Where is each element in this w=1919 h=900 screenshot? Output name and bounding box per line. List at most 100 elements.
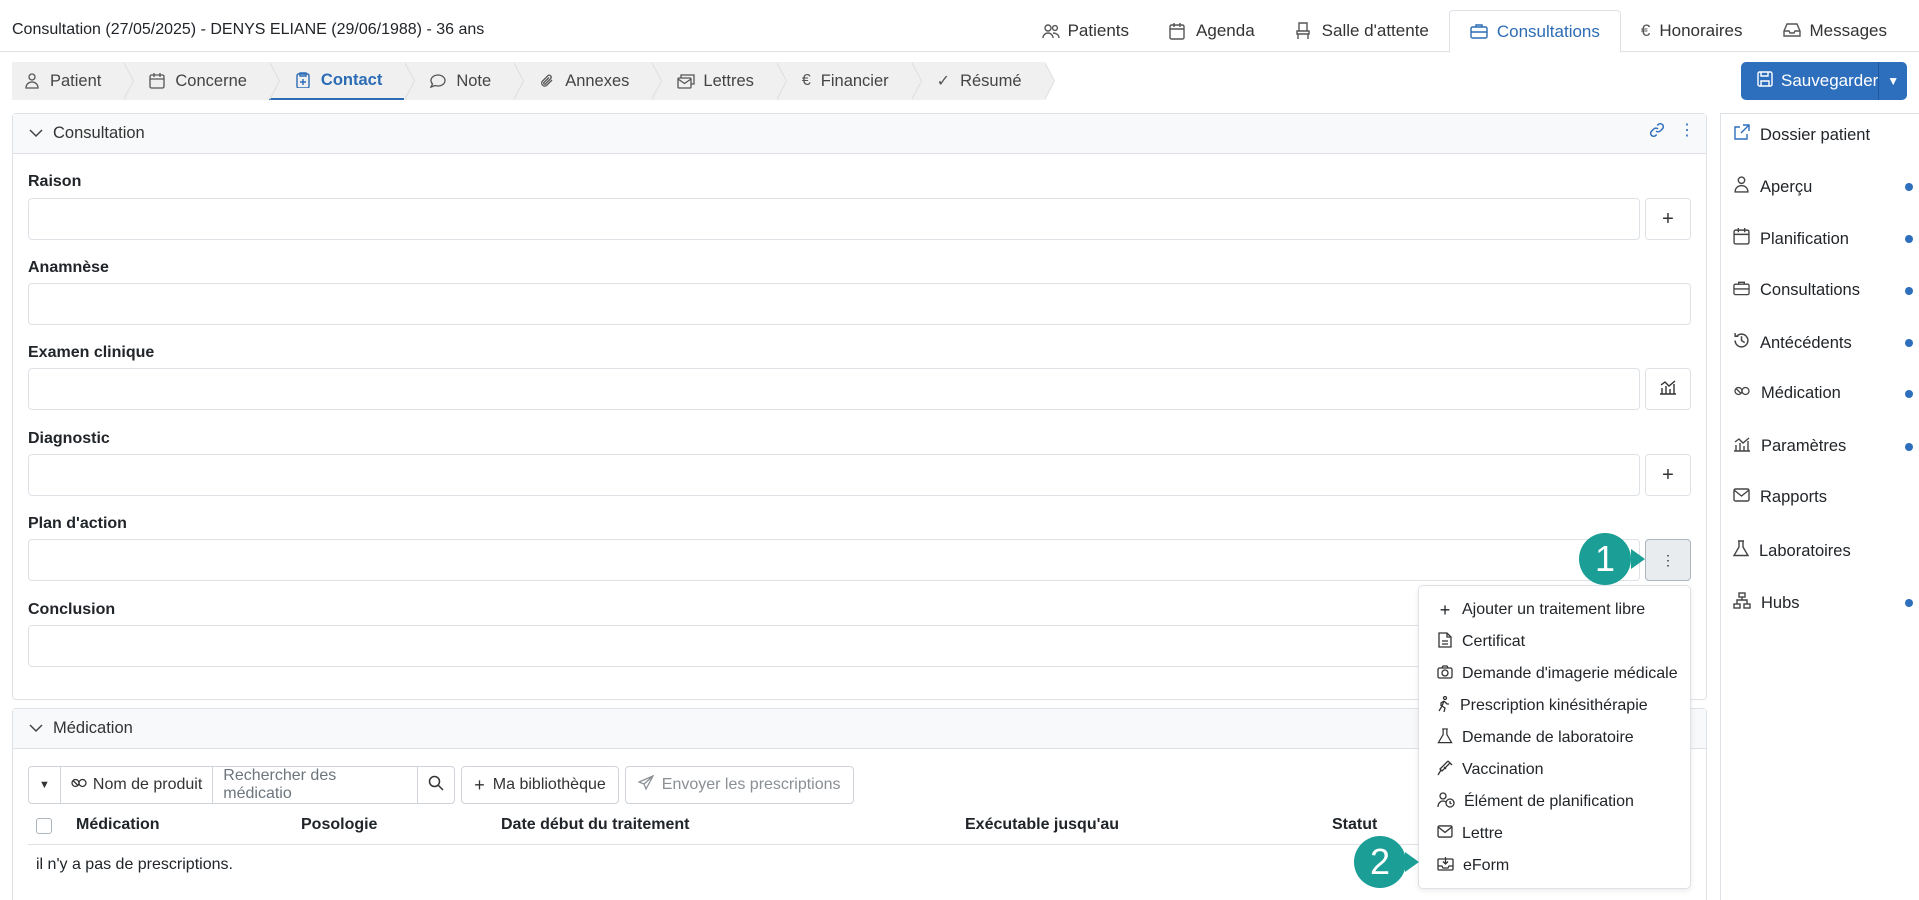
column-executable-until[interactable]: Exécutable jusqu'au <box>965 816 1119 834</box>
consultation-card-header[interactable]: Consultation ⋮ <box>13 114 1706 154</box>
nav-label: Honoraires <box>1659 21 1743 40</box>
tab-note[interactable]: Note <box>404 62 525 100</box>
sidebar-item-parametres[interactable]: Paramètres <box>1733 436 1913 457</box>
nav-patients[interactable]: Patients <box>1021 10 1149 52</box>
save-button-group: Sauvegarder ▼ <box>1741 62 1907 100</box>
menu-item-label: Ajouter un traitement libre <box>1462 601 1646 618</box>
history-icon <box>1733 332 1750 354</box>
menu-item-certificat[interactable]: Certificat <box>1419 626 1690 658</box>
patient-sidebar: Dossier patient Aperçu Planification Con… <box>1720 113 1919 900</box>
menu-item-free-treatment[interactable]: + Ajouter un traitement libre <box>1419 594 1690 626</box>
nav-waiting-room[interactable]: Salle d'attente <box>1275 10 1449 52</box>
column-start-date[interactable]: Date début du traitement <box>501 816 689 834</box>
save-button[interactable]: Sauvegarder <box>1741 62 1878 100</box>
walking-icon <box>1437 695 1451 717</box>
tab-label: Patient <box>50 71 102 90</box>
column-posologie[interactable]: Posologie <box>301 816 377 834</box>
sidebar-item-rapports[interactable]: Rapports <box>1733 488 1913 507</box>
column-status[interactable]: Statut <box>1332 816 1377 834</box>
save-label: Sauvegarder <box>1781 71 1879 90</box>
diagnostic-input[interactable] <box>28 454 1640 496</box>
sidebar-item-dossier[interactable]: Dossier patient <box>1733 124 1913 146</box>
examen-input[interactable] <box>28 368 1640 410</box>
step-marker-2: 2 <box>1354 836 1406 888</box>
tab-label: Lettres <box>703 71 754 90</box>
status-dot <box>1905 235 1913 243</box>
pills-icon <box>1733 384 1751 403</box>
nav-fees[interactable]: € Honoraires <box>1621 10 1763 52</box>
save-options-dropdown[interactable]: ▼ <box>1878 62 1907 100</box>
diagnostic-label: Diagnostic <box>28 430 110 447</box>
select-all-checkbox[interactable] <box>36 818 52 834</box>
sidebar-item-planification[interactable]: Planification <box>1733 228 1913 250</box>
status-dot <box>1905 339 1913 347</box>
link-icon[interactable] <box>1649 122 1665 143</box>
nav-messages[interactable]: Messages <box>1763 10 1907 52</box>
tab-lettres[interactable]: Lettres <box>651 62 788 100</box>
status-dot <box>1905 599 1913 607</box>
sidebar-item-label: Paramètres <box>1761 437 1847 455</box>
sidebar-item-laboratoires[interactable]: Laboratoires <box>1732 540 1913 562</box>
menu-item-vaccination[interactable]: Vaccination <box>1419 754 1690 786</box>
anamnese-input[interactable] <box>28 283 1691 325</box>
plan-actions-button[interactable]: ⋮ <box>1645 539 1691 581</box>
check-icon: ✓ <box>936 73 951 90</box>
camera-icon <box>1437 664 1453 684</box>
menu-item-label: Demande d'imagerie médicale <box>1462 665 1678 682</box>
sidebar-item-label: Aperçu <box>1760 177 1813 196</box>
sidebar-item-consultations[interactable]: Consultations <box>1733 280 1913 301</box>
sidebar-item-hubs[interactable]: Hubs <box>1733 592 1913 614</box>
tab-annexes[interactable]: Annexes <box>513 62 663 100</box>
menu-item-laboratoire[interactable]: Demande de laboratoire <box>1419 722 1690 754</box>
menu-item-planification[interactable]: Élément de planification <box>1419 786 1690 818</box>
plan-input[interactable] <box>28 539 1640 581</box>
menu-item-label: Demande de laboratoire <box>1462 729 1634 746</box>
calendar-icon <box>1169 22 1187 40</box>
product-name-filter[interactable]: Nom de produit <box>61 767 214 803</box>
tab-contact[interactable]: Contact <box>268 62 416 100</box>
chart-icon <box>1659 378 1677 401</box>
chevron-down-icon <box>29 124 43 143</box>
card-title: Consultation <box>53 124 145 142</box>
medication-search-input[interactable]: Rechercher des médicatio <box>213 767 419 803</box>
kebab-menu-icon[interactable]: ⋮ <box>1679 120 1695 140</box>
search-mode-dropdown[interactable]: ▼ <box>29 767 61 803</box>
plus-icon: + <box>1439 599 1451 620</box>
raison-input[interactable] <box>28 198 1640 240</box>
card-title: Médication <box>53 719 133 737</box>
column-medication[interactable]: Médication <box>76 816 160 834</box>
nav-agenda[interactable]: Agenda <box>1149 10 1275 52</box>
send-icon <box>637 774 655 796</box>
envelopes-icon <box>677 73 696 89</box>
euro-icon: € <box>801 72 811 89</box>
tab-resume[interactable]: ✓ Résumé <box>910 62 1055 100</box>
menu-item-label: Élément de planification <box>1464 793 1634 810</box>
tab-financier[interactable]: € Financier <box>775 62 922 100</box>
pills-icon <box>71 776 87 795</box>
sidebar-item-medication[interactable]: Médication <box>1733 384 1913 403</box>
menu-item-imagerie[interactable]: Demande d'imagerie médicale <box>1419 658 1690 690</box>
inbox-download-icon <box>1437 856 1454 876</box>
external-link-icon <box>1733 124 1750 146</box>
menu-item-eform[interactable]: eForm <box>1419 850 1690 882</box>
main-nav: Patients Agenda Salle d'attente Consulta… <box>1021 10 1907 53</box>
raison-add-button[interactable]: + <box>1645 198 1691 240</box>
page-title: Consultation (27/05/2025) - DENYS ELIANE… <box>12 21 485 38</box>
nav-consultations[interactable]: Consultations <box>1448 10 1621 53</box>
menu-item-kinesitherapie[interactable]: Prescription kinésithérapie <box>1419 690 1690 722</box>
send-prescriptions-button[interactable]: Envoyer les prescriptions <box>624 766 854 804</box>
tab-concerne[interactable]: Concerne <box>123 62 280 100</box>
tab-patient[interactable]: Patient <box>12 62 135 100</box>
menu-item-lettre[interactable]: Lettre <box>1419 818 1690 850</box>
sidebar-item-apercu[interactable]: Aperçu <box>1733 176 1913 198</box>
search-button[interactable] <box>418 767 454 803</box>
sidebar-item-antecedents[interactable]: Antécédents <box>1733 332 1913 354</box>
step-marker-1: 1 <box>1579 533 1631 585</box>
marker-1-pointer <box>1631 549 1645 569</box>
chevron-down-icon <box>29 719 43 738</box>
parameters-chart-button[interactable] <box>1645 368 1691 410</box>
my-library-button[interactable]: + Ma bibliothèque <box>461 766 619 804</box>
diagnostic-add-button[interactable]: + <box>1645 454 1691 496</box>
menu-item-label: eForm <box>1463 857 1510 874</box>
briefcase-icon <box>1470 23 1488 41</box>
